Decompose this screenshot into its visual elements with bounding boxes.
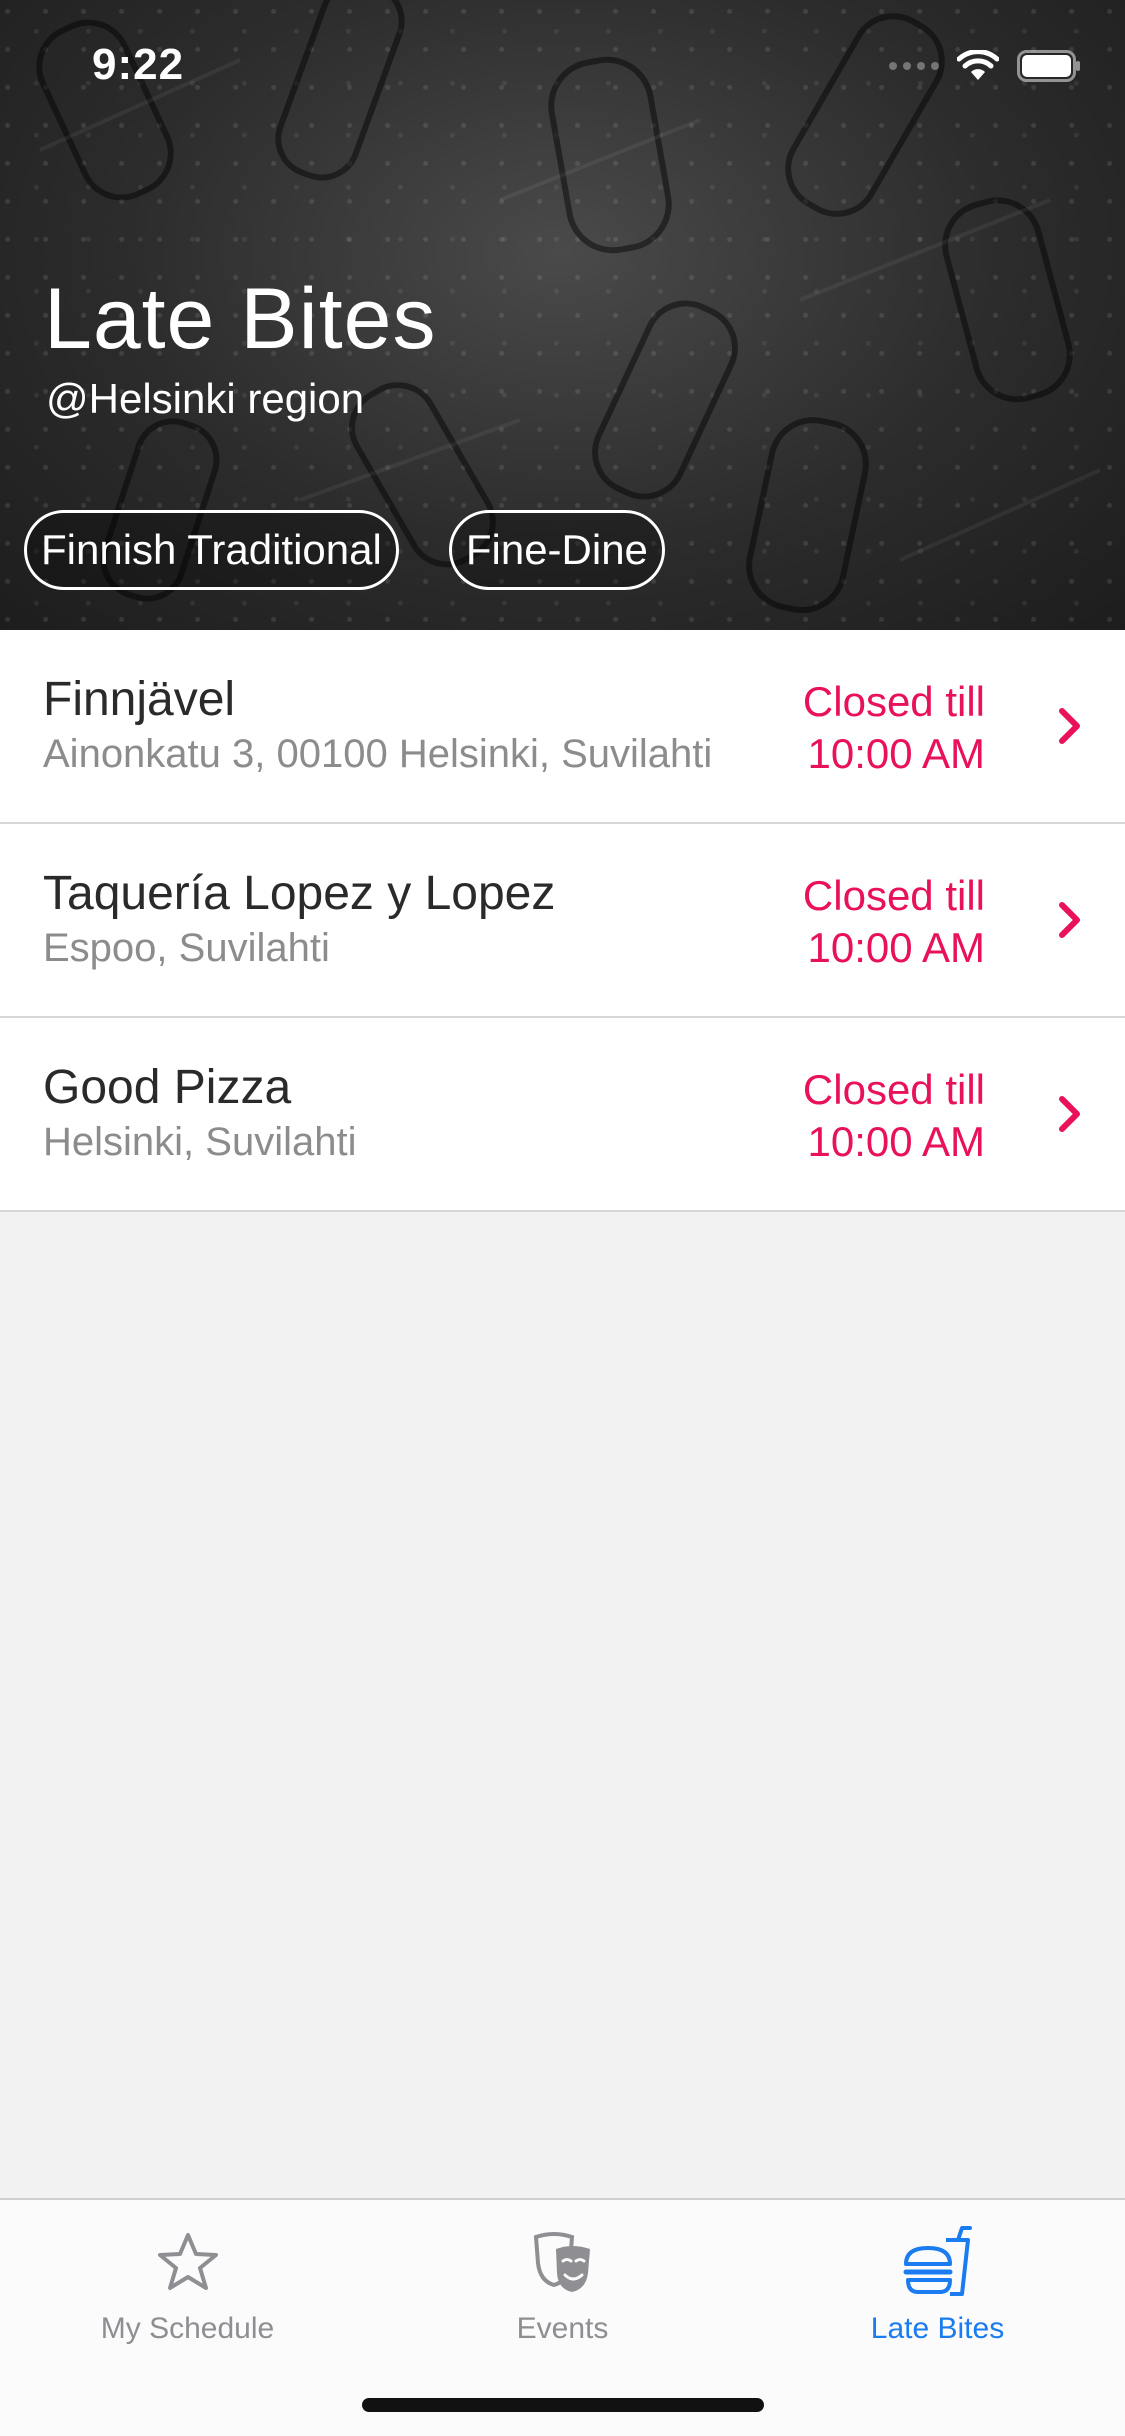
opening-status: Closed till 10:00 AM (803, 1064, 985, 1168)
restaurant-address: Ainonkatu 3, 00100 Helsinki, Suvilahti (43, 732, 713, 776)
status-time: 9:22 (92, 40, 185, 89)
burger-drink-icon (903, 2226, 972, 2296)
status-line-1: Closed till (802, 678, 985, 725)
tab-label: My Schedule (100, 2312, 275, 2345)
chevron-right-icon (1059, 902, 1080, 938)
tab-late-bites[interactable]: Late Bites (750, 2200, 1125, 2360)
home-indicator (362, 2398, 764, 2412)
status-line-2: 10:00 AM (807, 924, 985, 971)
restaurant-address: Espoo, Suvilahti (43, 926, 330, 970)
chevron-right-icon (1059, 1096, 1080, 1132)
restaurant-name: Taquería Lopez y Lopez (43, 867, 556, 920)
wifi-icon (957, 50, 999, 80)
restaurant-name: Good Pizza (43, 1061, 292, 1114)
battery-icon (1017, 50, 1080, 82)
restaurant-address: Helsinki, Suvilahti (43, 1120, 357, 1164)
chip-fine-dine[interactable]: Fine-Dine (448, 510, 665, 590)
restaurant-name: Finnjävel (43, 673, 236, 726)
tab-label: Events (516, 2312, 609, 2345)
cellular-signal-icon (889, 62, 939, 70)
restaurant-row[interactable]: Finnjävel Ainonkatu 3, 00100 Helsinki, S… (0, 630, 1125, 824)
restaurant-list: Finnjävel Ainonkatu 3, 00100 Helsinki, S… (0, 630, 1125, 1212)
restaurant-row[interactable]: Good Pizza Helsinki, Suvilahti Closed ti… (0, 1018, 1125, 1212)
tab-my-schedule[interactable]: My Schedule (0, 2200, 375, 2360)
opening-status: Closed till 10:00 AM (803, 870, 985, 974)
status-line-2: 10:00 AM (807, 730, 985, 777)
tab-events[interactable]: Events (375, 2200, 750, 2360)
tab-label: Late Bites (870, 2312, 1005, 2345)
theater-mask-icon (533, 2232, 590, 2292)
star-icon (157, 2233, 218, 2290)
status-icons (889, 50, 1081, 82)
restaurant-row[interactable]: Taquería Lopez y Lopez Espoo, Suvilahti … (0, 824, 1125, 1018)
chip-finnish-traditional[interactable]: Finnish Traditional (24, 510, 399, 590)
page-title: Late Bites (44, 271, 437, 367)
header-banner: 9:22 Late Bites @Helsinki region Finnish… (0, 0, 1125, 630)
region-subtitle: @Helsinki region (46, 375, 365, 422)
status-line-1: Closed till (802, 1066, 985, 1113)
status-line-1: Closed till (802, 872, 985, 919)
opening-status: Closed till 10:00 AM (803, 676, 985, 780)
filter-chips: Finnish Traditional Fine-Dine (24, 510, 665, 590)
status-line-2: 10:00 AM (807, 1118, 985, 1165)
chevron-right-icon (1059, 708, 1080, 744)
